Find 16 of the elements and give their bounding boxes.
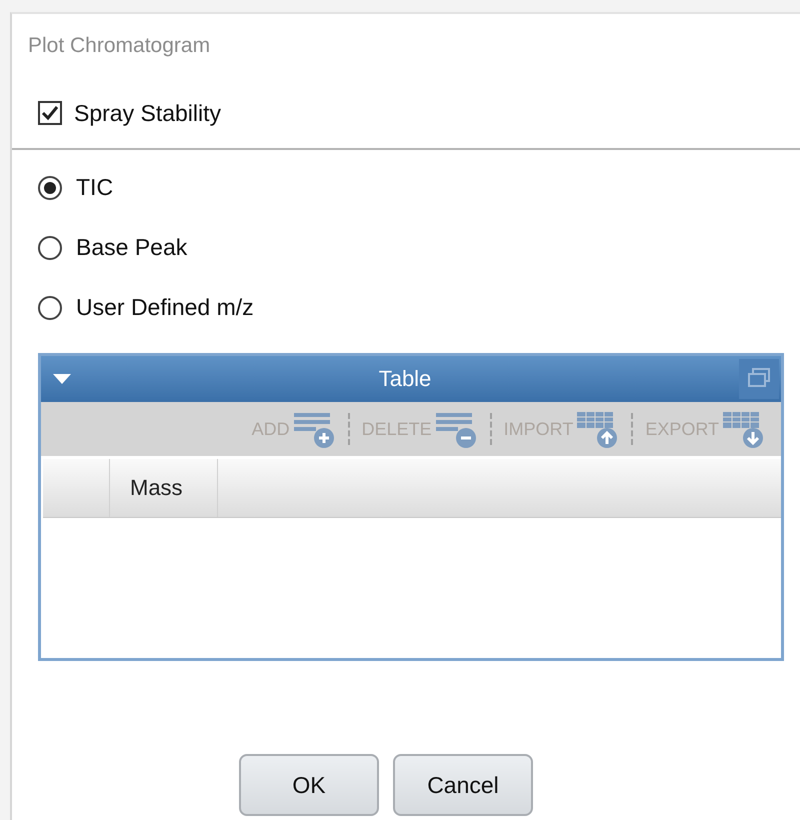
ok-button[interactable]: OK: [239, 754, 379, 816]
radio-button[interactable]: [38, 236, 62, 260]
panel-title: Table: [378, 366, 432, 392]
radio-label: TIC: [76, 174, 114, 201]
window-title: Plot Chromatogram: [27, 33, 212, 59]
radio-button[interactable]: [38, 176, 62, 200]
radio-button[interactable]: [38, 296, 62, 320]
collapse-caret-icon[interactable]: [53, 374, 71, 384]
cancel-button[interactable]: Cancel: [393, 754, 533, 816]
checkbox[interactable]: [38, 101, 62, 125]
radio-label: User Defined m/z: [76, 294, 254, 321]
radio-label: Base Peak: [76, 234, 188, 261]
export-icon: [721, 409, 765, 449]
import-icon: [575, 409, 620, 449]
checkbox-label: Spray Stability: [74, 100, 222, 126]
column-header[interactable]: Mass: [110, 459, 218, 517]
